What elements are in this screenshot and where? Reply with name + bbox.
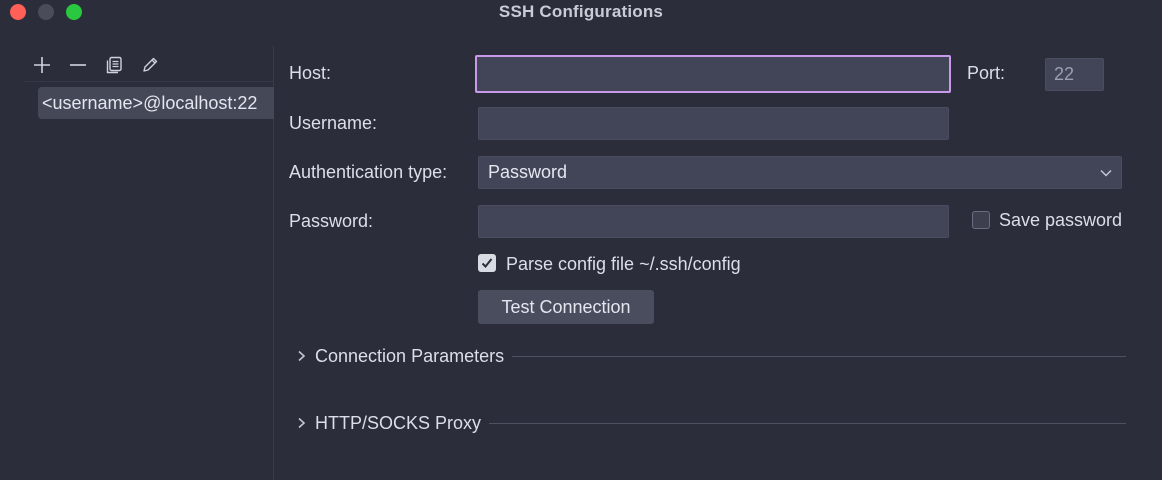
parse-config-label[interactable]: Parse config file ~/.ssh/config [506, 254, 741, 275]
host-label: Host: [289, 63, 332, 83]
section-title: Connection Parameters [315, 345, 505, 366]
parse-config-checkbox[interactable] [478, 254, 496, 272]
http-socks-proxy-section[interactable]: HTTP/SOCKS Proxy [296, 412, 1126, 434]
auth-type-value: Password [488, 162, 568, 182]
save-password-checkbox[interactable] [972, 211, 990, 229]
edit-icon [143, 57, 158, 72]
username-input[interactable] [478, 107, 949, 140]
section-divider [512, 355, 1126, 357]
add-configuration-button[interactable] [24, 52, 60, 78]
sidebar-toolbar [24, 52, 168, 78]
chevron-right-icon [296, 345, 308, 367]
username-label: Username: [289, 113, 378, 133]
test-connection-button[interactable]: Test Connection [478, 290, 654, 324]
connection-parameters-section[interactable]: Connection Parameters [296, 345, 1126, 367]
copy-configuration-button[interactable] [96, 52, 132, 78]
save-password-label[interactable]: Save password [999, 210, 1122, 231]
remove-configuration-button[interactable] [60, 52, 96, 78]
title-bar: SSH Configurations [0, 0, 1162, 24]
window-title: SSH Configurations [498, 2, 664, 21]
edit-configuration-button[interactable] [132, 52, 168, 78]
chevron-right-icon [296, 412, 308, 434]
configuration-list-item[interactable]: <username>@localhost:22 [38, 87, 274, 119]
plus-icon [34, 57, 50, 73]
copy-icon [106, 56, 122, 74]
minus-icon [70, 64, 86, 66]
sidebar: <username>@localhost:22 [0, 46, 274, 480]
password-input[interactable] [478, 205, 949, 238]
checkmark-icon [481, 258, 493, 268]
auth-type-select[interactable]: Password [478, 156, 1122, 189]
section-divider [489, 422, 1126, 424]
chevron-down-icon [1100, 169, 1112, 177]
port-input[interactable] [1045, 58, 1104, 91]
sidebar-divider [24, 81, 273, 82]
password-label: Password: [289, 211, 374, 231]
host-input[interactable] [475, 55, 951, 93]
section-title: HTTP/SOCKS Proxy [315, 412, 482, 433]
port-label: Port: [967, 63, 1006, 83]
auth-type-label: Authentication type: [289, 162, 448, 182]
